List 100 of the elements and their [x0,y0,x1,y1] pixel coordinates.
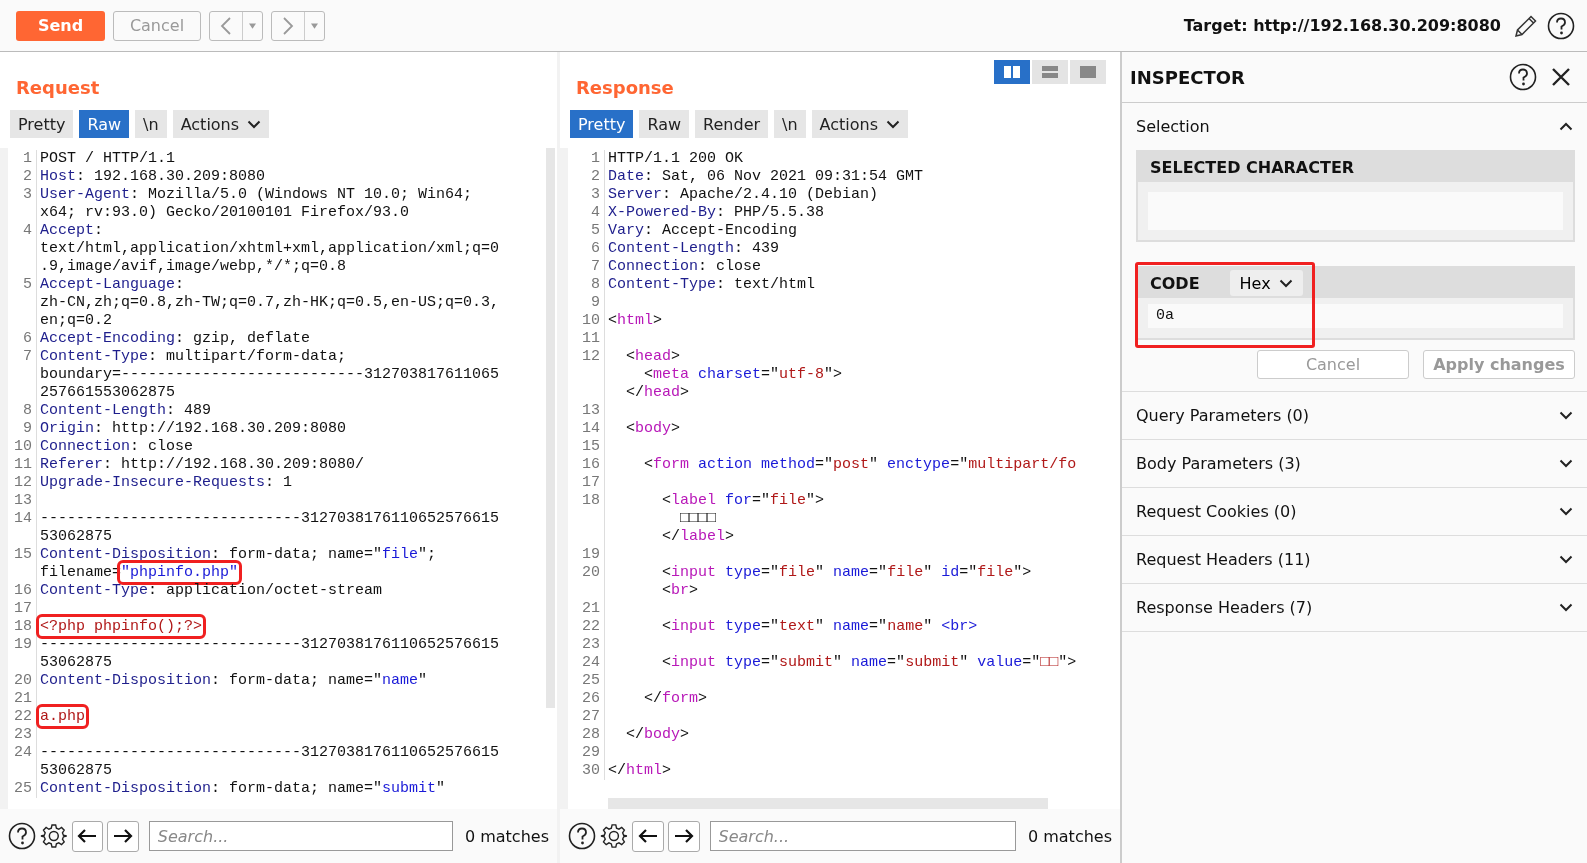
view-tab[interactable]: Raw [639,110,690,138]
view-tab[interactable]: Pretty [570,110,634,138]
help-icon[interactable] [1547,11,1575,40]
line-number: 23 [568,636,605,654]
code-line: Host: 192.168.30.209:8080 [40,168,266,186]
code-line: x64; rv:93.0) Gecko/20100101 Firefox/93.0 [40,204,410,222]
code-line: </label> [661,528,735,546]
view-tab[interactable]: Raw [79,110,130,138]
search-field[interactable]: Search... [709,821,1016,851]
square-icon [1080,66,1096,78]
scrollbar[interactable] [546,148,555,708]
section-header[interactable]: Body Parameters (3) [1122,440,1587,487]
line-number: 14 [8,510,37,546]
actions-menu[interactable]: Actions [172,110,270,138]
code-line: text/html,application/xhtml+xml,application/xml;q=0 [40,240,500,258]
line-number: 8 [568,276,605,294]
settings-icon[interactable] [600,822,628,850]
code-line: .9,image/avif,image/webp,*/*;q=0.8 [40,258,347,276]
layout-button[interactable] [1032,60,1068,84]
code-line: POST / HTTP/1.1 [40,150,176,168]
layout-button[interactable] [1070,60,1106,84]
line-number: 16 [8,582,37,600]
line-number: 6 [8,330,37,348]
code-line: Referer: http://192.168.30.209:8080/ [40,456,365,474]
target-label: Target: http://192.168.30.209:8080 [1183,16,1501,35]
help-icon[interactable] [1509,63,1537,91]
line-number: 19 [8,636,37,672]
code-line: Accept-Language: [40,276,185,294]
code-line: Content-Length: 439 [608,240,780,258]
arrow-right-icon [113,828,133,844]
line-number: 1 [8,150,37,168]
line-number: 7 [568,258,605,276]
line-number: 12 [568,348,605,402]
code-line: zh-CN,zh;q=0.8,zh-TW;q=0.7,zh-HK;q=0.5,en-US;q=0.3, [40,294,500,312]
panel-title: Request [16,77,100,100]
previous-button[interactable] [631,820,664,852]
code-line: </head> [625,384,690,402]
card-heading: SELECTED CHARACTER [1150,157,1355,177]
next-button[interactable] [107,820,139,852]
previous-button[interactable] [71,820,104,852]
match-count: 0 matches [1027,826,1112,846]
settings-icon[interactable] [40,822,68,850]
chevron-up-icon [1559,122,1573,131]
line-number: 23 [8,726,37,744]
code-line: <input type="submit" name="submit" value="□□"> [661,654,1077,672]
code-line: Vary: Accept-Encoding [608,222,798,240]
layout-button[interactable] [994,60,1030,84]
code-field[interactable]: 0a [1148,304,1563,328]
code-line: HTTP/1.1 200 OK [608,150,744,168]
caret-down-icon [311,22,318,29]
line-number: 3 [8,186,37,222]
code-line: <input type="file" name="file" id="file"> [661,564,1032,582]
line-number: 25 [8,780,37,798]
code-line: 53062875 [40,528,112,546]
line-number: 6 [568,240,605,258]
code-line: Date: Sat, 06 Nov 2021 09:31:54 GMT [608,168,924,186]
line-number: 14 [568,420,605,438]
format-dropdown[interactable]: Hex [1229,270,1303,296]
help-icon[interactable] [8,822,36,850]
section-header[interactable]: Response Headers (7) [1122,584,1587,631]
code-line: <label for="file"> [661,492,825,510]
line-number: 22 [8,708,37,726]
view-tab[interactable]: \n [135,110,167,138]
line-number: 21 [8,690,37,708]
view-tab[interactable]: \n [774,110,806,138]
section-header[interactable]: Request Headers (11) [1122,536,1587,583]
line-number: 25 [568,672,605,690]
help-icon[interactable] [568,822,596,850]
section-header[interactable]: Selection [1122,103,1587,150]
line-number: 28 [568,726,605,744]
chevron-down-icon [1559,411,1573,420]
line-number: 30 [568,762,605,780]
section-header[interactable]: Request Cookies (0) [1122,488,1587,535]
chevron-down-icon [886,119,901,129]
code-line: Upgrade-Insecure-Requests: 1 [40,474,293,492]
close-icon[interactable] [1551,67,1571,87]
code-line: 53062875 [40,654,112,672]
line-number: 9 [8,420,37,438]
line-number: 27 [568,708,605,726]
code-line: Content-Type: text/html [608,276,816,294]
code-line: <br> [661,582,699,600]
code-line: <html> [608,312,663,330]
code-line: <head> [625,348,681,366]
scrollbar[interactable] [608,798,1048,809]
line-number: 11 [8,456,37,474]
card-heading: CODE [1150,273,1200,293]
code-line: Content-Disposition: form-data; name="file"; [40,546,437,564]
line-number: 5 [8,276,37,330]
line-number: 18 [568,492,605,546]
section-header[interactable]: Query Parameters (0) [1122,392,1587,439]
view-tab[interactable]: Render [695,110,769,138]
code-line: Content-Type: multipart/form-data; [40,348,347,366]
code-line: Connection: close [608,258,762,276]
code-line: Content-Type: application/octet-stream [40,582,383,600]
view-tab[interactable]: Pretty [10,110,74,138]
line-number: 2 [8,168,37,186]
line-number: 26 [568,690,605,708]
next-button[interactable] [667,820,700,852]
search-field[interactable]: Search... [148,821,453,851]
actions-menu[interactable]: Actions [811,110,909,138]
